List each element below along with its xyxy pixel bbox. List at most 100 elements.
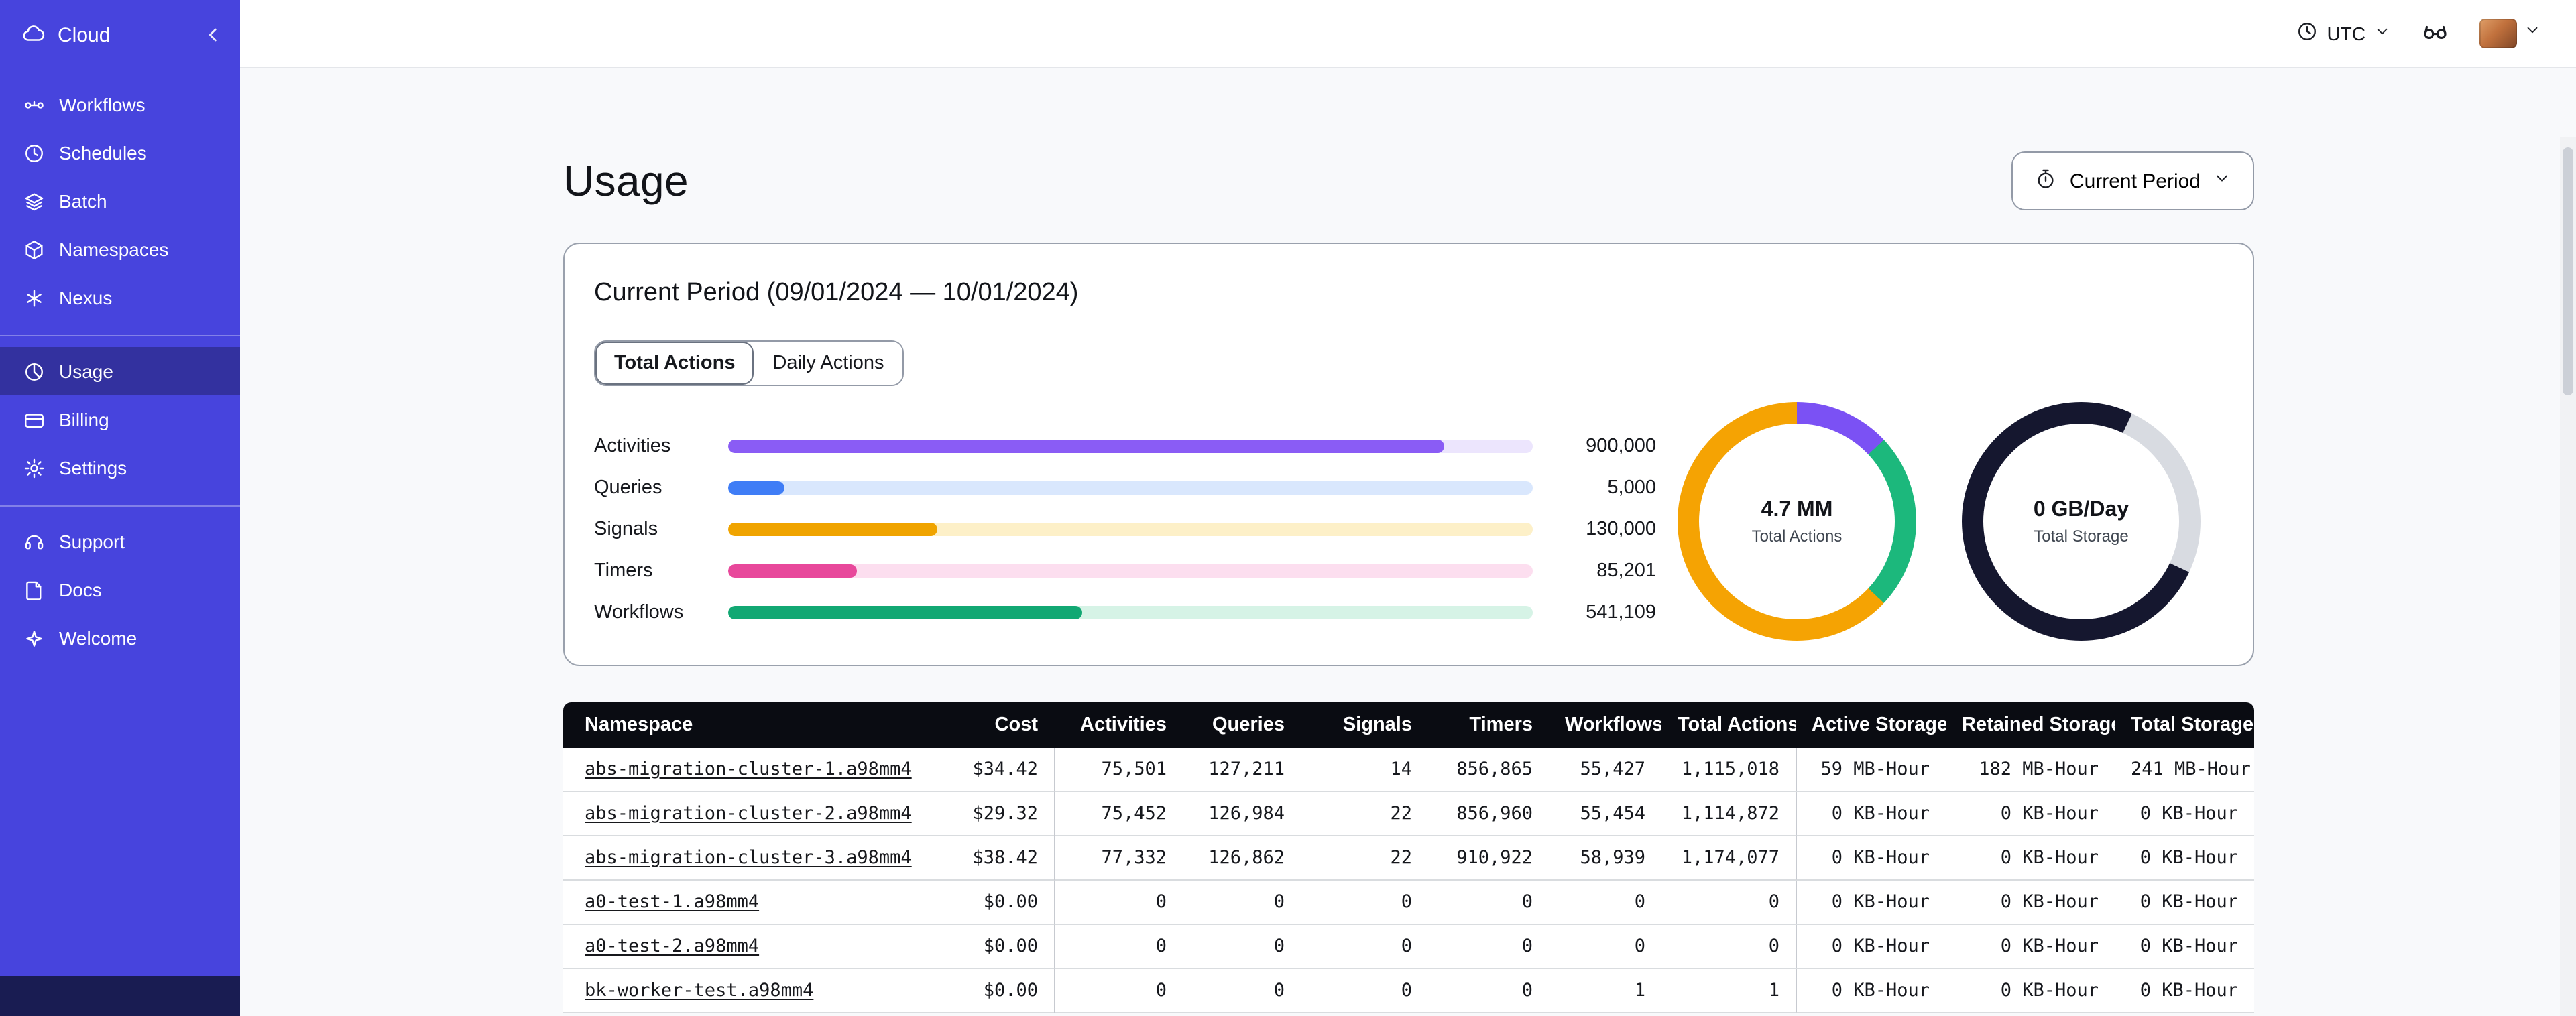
cell-total-actions: 0 bbox=[1661, 881, 1796, 925]
total-storage-donut: 0 GB/Day Total Storage bbox=[1962, 402, 2201, 641]
sidebar-group-account: Usage Billing Settings bbox=[0, 335, 240, 505]
cell-workflows: 0 bbox=[1549, 881, 1661, 925]
cell-workflows: 55,427 bbox=[1549, 748, 1661, 792]
cell-total-storage: 0 KB-Hour bbox=[2115, 836, 2254, 881]
privacy-glasses-icon[interactable] bbox=[2420, 15, 2450, 52]
namespace-link[interactable]: abs-migration-cluster-1.a98mm4 bbox=[585, 759, 912, 780]
cell-timers: 0 bbox=[1428, 881, 1549, 925]
total-actions-donut: 4.7 MM Total Actions bbox=[1678, 402, 1916, 641]
cell-retained-storage: 0 KB-Hour bbox=[1946, 881, 2115, 925]
bar-value: 541,109 bbox=[1586, 602, 1656, 623]
app-root: Cloud Workflows Schedules Batch Namespac… bbox=[0, 0, 2576, 1016]
usage-icon bbox=[21, 359, 46, 383]
cell-active-storage: 0 KB-Hour bbox=[1796, 969, 1946, 1013]
sidebar-item-billing[interactable]: Billing bbox=[0, 395, 240, 444]
sidebar-collapse-button[interactable] bbox=[202, 24, 224, 46]
table-row: a0-test-2.a98mm4 $0.00 0 0 0 0 0 0 0 KB-… bbox=[563, 925, 2254, 969]
cell-active-storage: 0 KB-Hour bbox=[1796, 836, 1946, 881]
sidebar-item-label: Settings bbox=[59, 457, 127, 479]
period-dropdown-button[interactable]: Current Period bbox=[2011, 151, 2254, 210]
bar-row-queries: Queries 5,000 bbox=[594, 473, 1667, 503]
column-header-queries: Queries bbox=[1183, 702, 1301, 748]
sidebar-item-label: Billing bbox=[59, 409, 109, 430]
bar-fill bbox=[728, 523, 937, 536]
sidebar-item-docs[interactable]: Docs bbox=[0, 566, 240, 614]
cell-queries: 127,211 bbox=[1183, 748, 1301, 792]
donut-value: 0 GB/Day bbox=[2033, 498, 2129, 521]
cell-activities: 75,452 bbox=[1054, 792, 1183, 836]
column-header-namespace: Namespace bbox=[563, 702, 944, 748]
tab-daily-actions[interactable]: Daily Actions bbox=[754, 342, 903, 385]
schedules-icon bbox=[21, 141, 46, 165]
cell-workflows: 0 bbox=[1549, 925, 1661, 969]
cell-queries: 126,984 bbox=[1183, 792, 1301, 836]
chevron-down-icon bbox=[2524, 21, 2541, 46]
namespace-link[interactable]: abs-migration-cluster-2.a98mm4 bbox=[585, 803, 912, 824]
sidebar-item-namespaces[interactable]: Namespaces bbox=[0, 225, 240, 273]
namespaces-icon bbox=[21, 237, 46, 261]
sidebar-footer bbox=[0, 976, 240, 1016]
main-content: Usage Current Period Current Period (09/… bbox=[240, 68, 2576, 1016]
cell-workflows: 1 bbox=[1549, 969, 1661, 1013]
donut-center: 4.7 MM Total Actions bbox=[1699, 424, 1895, 619]
column-header-total-storage: Total Storage bbox=[2115, 702, 2254, 748]
namespace-link[interactable]: abs-migration-cluster-3.a98mm4 bbox=[585, 847, 912, 869]
cell-retained-storage: 0 KB-Hour bbox=[1946, 969, 2115, 1013]
timezone-select[interactable]: UTC bbox=[2296, 20, 2391, 47]
donut-center: 0 GB/Day Total Storage bbox=[1983, 424, 2179, 619]
cell-retained-storage: 0 KB-Hour bbox=[1946, 925, 2115, 969]
sidebar-group-help: Support Docs Welcome bbox=[0, 505, 240, 676]
cell-signals: 14 bbox=[1301, 748, 1428, 792]
sidebar-brand[interactable]: Cloud bbox=[0, 0, 240, 70]
cell-total-actions: 0 bbox=[1661, 925, 1796, 969]
cell-total-actions: 1,174,077 bbox=[1661, 836, 1796, 881]
sidebar-item-batch[interactable]: Batch bbox=[0, 177, 240, 225]
chevron-down-icon bbox=[2213, 169, 2231, 193]
cell-queries: 0 bbox=[1183, 881, 1301, 925]
donut-label: Total Storage bbox=[2034, 526, 2129, 545]
brand-label: Cloud bbox=[58, 23, 111, 46]
namespace-link[interactable]: bk-worker-test.a98mm4 bbox=[585, 980, 813, 1001]
sidebar-item-schedules[interactable]: Schedules bbox=[0, 129, 240, 177]
scrollbar-thumb[interactable] bbox=[2563, 147, 2573, 395]
cell-total-storage: 0 KB-Hour bbox=[2115, 792, 2254, 836]
bar-track bbox=[728, 440, 1533, 453]
sidebar-item-usage[interactable]: Usage bbox=[0, 347, 240, 395]
bar-row-workflows: Workflows 541,109 bbox=[594, 598, 1667, 627]
sidebar-item-nexus[interactable]: Nexus bbox=[0, 273, 240, 322]
namespace-link[interactable]: a0-test-1.a98mm4 bbox=[585, 891, 759, 913]
cell-signals: 0 bbox=[1301, 969, 1428, 1013]
cell-signals: 0 bbox=[1301, 881, 1428, 925]
table-row: bk-worker-test.a98mm4 $0.00 0 0 0 0 1 1 … bbox=[563, 969, 2254, 1013]
cell-cost: $34.42 bbox=[944, 748, 1054, 792]
bar-value: 130,000 bbox=[1586, 519, 1656, 540]
sidebar-item-label: Namespaces bbox=[59, 239, 169, 260]
cell-queries: 126,862 bbox=[1183, 836, 1301, 881]
sidebar-item-label: Docs bbox=[59, 579, 102, 600]
cell-timers: 856,865 bbox=[1428, 748, 1549, 792]
cell-cost: $29.32 bbox=[944, 792, 1054, 836]
sidebar-item-label: Welcome bbox=[59, 627, 137, 649]
cell-cost: $38.42 bbox=[944, 836, 1054, 881]
bar-row-activities: Activities 900,000 bbox=[594, 432, 1667, 461]
bar-track bbox=[728, 564, 1533, 578]
donut-label: Total Actions bbox=[1751, 526, 1842, 545]
cell-timers: 0 bbox=[1428, 969, 1549, 1013]
tab-total-actions[interactable]: Total Actions bbox=[595, 342, 754, 385]
bar-label: Workflows bbox=[594, 602, 684, 623]
sidebar-item-welcome[interactable]: Welcome bbox=[0, 614, 240, 662]
sidebar-item-workflows[interactable]: Workflows bbox=[0, 80, 240, 129]
cell-cost: $0.00 bbox=[944, 969, 1054, 1013]
sidebar-item-settings[interactable]: Settings bbox=[0, 444, 240, 492]
table-header-row: Namespace Cost Activities Queries Signal… bbox=[563, 702, 2254, 748]
bar-fill bbox=[728, 564, 857, 578]
chevron-left-icon bbox=[209, 28, 217, 42]
column-header-active-storage: Active Storage bbox=[1796, 702, 1946, 748]
cell-active-storage: 0 KB-Hour bbox=[1796, 881, 1946, 925]
namespace-link[interactable]: a0-test-2.a98mm4 bbox=[585, 936, 759, 957]
column-header-retained-storage: Retained Storage bbox=[1946, 702, 2115, 748]
user-menu[interactable] bbox=[2479, 19, 2541, 48]
sidebar-item-support[interactable]: Support bbox=[0, 517, 240, 566]
cell-signals: 0 bbox=[1301, 925, 1428, 969]
card-title: Current Period (09/01/2024 — 10/01/2024) bbox=[594, 279, 1079, 307]
